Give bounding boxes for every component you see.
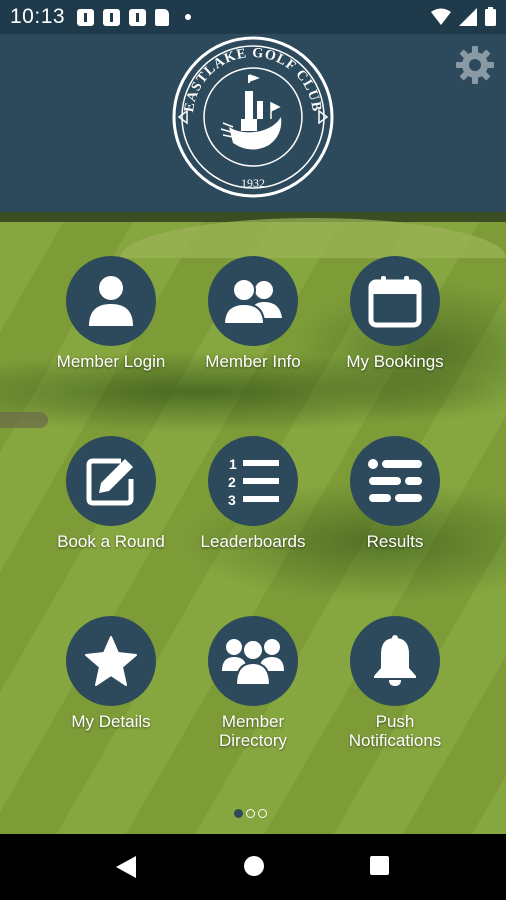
person-icon <box>89 276 133 326</box>
sand-bunker <box>0 412 48 428</box>
page-dot-2[interactable] <box>246 809 255 818</box>
my-details-button[interactable]: My Details <box>36 616 186 731</box>
member-info-label: Member Info <box>205 352 301 371</box>
green-mound <box>120 218 506 258</box>
status-bar: 10:13 <box>0 0 506 34</box>
leaderboards-label: Leaderboards <box>200 532 306 551</box>
battery-icon <box>485 7 496 26</box>
svg-text:1: 1 <box>229 456 237 472</box>
member-login-label: Member Login <box>56 352 166 371</box>
leaderboards-circle[interactable]: 1 2 3 <box>208 436 298 526</box>
my-bookings-button[interactable]: My Bookings <box>320 256 470 371</box>
clock: 10:13 <box>10 5 66 28</box>
numbered-list-icon: 1 2 3 <box>228 456 279 507</box>
logo-year: 1932 <box>241 176 265 190</box>
member-info-button[interactable]: Member Info <box>178 256 328 371</box>
calendar-icon <box>368 276 422 328</box>
message-icon <box>103 8 121 26</box>
two-people-icon <box>222 278 282 325</box>
app-header: EASTLAKE GOLF CLUB 1932 <box>0 34 506 212</box>
group-icon <box>222 639 284 686</box>
wifi-icon <box>431 8 451 25</box>
results-label: Results <box>366 532 424 551</box>
recent-apps-icon[interactable] <box>370 856 389 875</box>
book-a-round-button[interactable]: Book a Round <box>36 436 186 551</box>
member-directory-button[interactable]: Member Directory <box>178 616 328 750</box>
my-details-circle[interactable] <box>66 616 156 706</box>
results-circle[interactable] <box>350 436 440 526</box>
member-directory-circle[interactable] <box>208 616 298 706</box>
message-icon <box>77 8 95 26</box>
my-details-label: My Details <box>71 712 151 731</box>
svg-text:3: 3 <box>228 492 236 507</box>
member-login-button[interactable]: Member Login <box>36 256 186 371</box>
member-directory-label: Member Directory <box>218 712 287 750</box>
message-icon <box>129 8 147 26</box>
my-bookings-circle[interactable] <box>350 256 440 346</box>
club-logo: EASTLAKE GOLF CLUB 1932 <box>172 36 334 198</box>
member-info-circle[interactable] <box>208 256 298 346</box>
svg-text:2: 2 <box>228 474 236 490</box>
gear-icon[interactable] <box>455 45 495 85</box>
home-icon[interactable] <box>244 856 264 876</box>
page-dot-3[interactable] <box>258 809 267 818</box>
member-login-circle[interactable] <box>66 256 156 346</box>
more-notifications-dot <box>185 14 192 20</box>
book-a-round-label: Book a Round <box>57 532 165 551</box>
my-bookings-label: My Bookings <box>346 352 444 371</box>
signal-icon <box>459 7 477 26</box>
edit-icon <box>86 458 134 506</box>
push-notifications-button[interactable]: Push Notifications <box>320 616 470 750</box>
push-notifications-label: Push Notifications <box>348 712 442 750</box>
push-notifications-circle[interactable] <box>350 616 440 706</box>
sim-card-icon <box>155 8 170 26</box>
list-icon <box>368 459 422 502</box>
page-dot-1[interactable] <box>234 809 243 818</box>
leaderboards-button[interactable]: 1 2 3 Leaderboards <box>178 436 328 551</box>
bell-icon <box>374 635 416 686</box>
back-icon[interactable] <box>116 856 136 878</box>
results-button[interactable]: Results <box>320 436 470 551</box>
page-indicator <box>234 809 267 818</box>
star-icon <box>85 636 137 686</box>
book-a-round-circle[interactable] <box>66 436 156 526</box>
navigation-bar <box>0 834 506 900</box>
